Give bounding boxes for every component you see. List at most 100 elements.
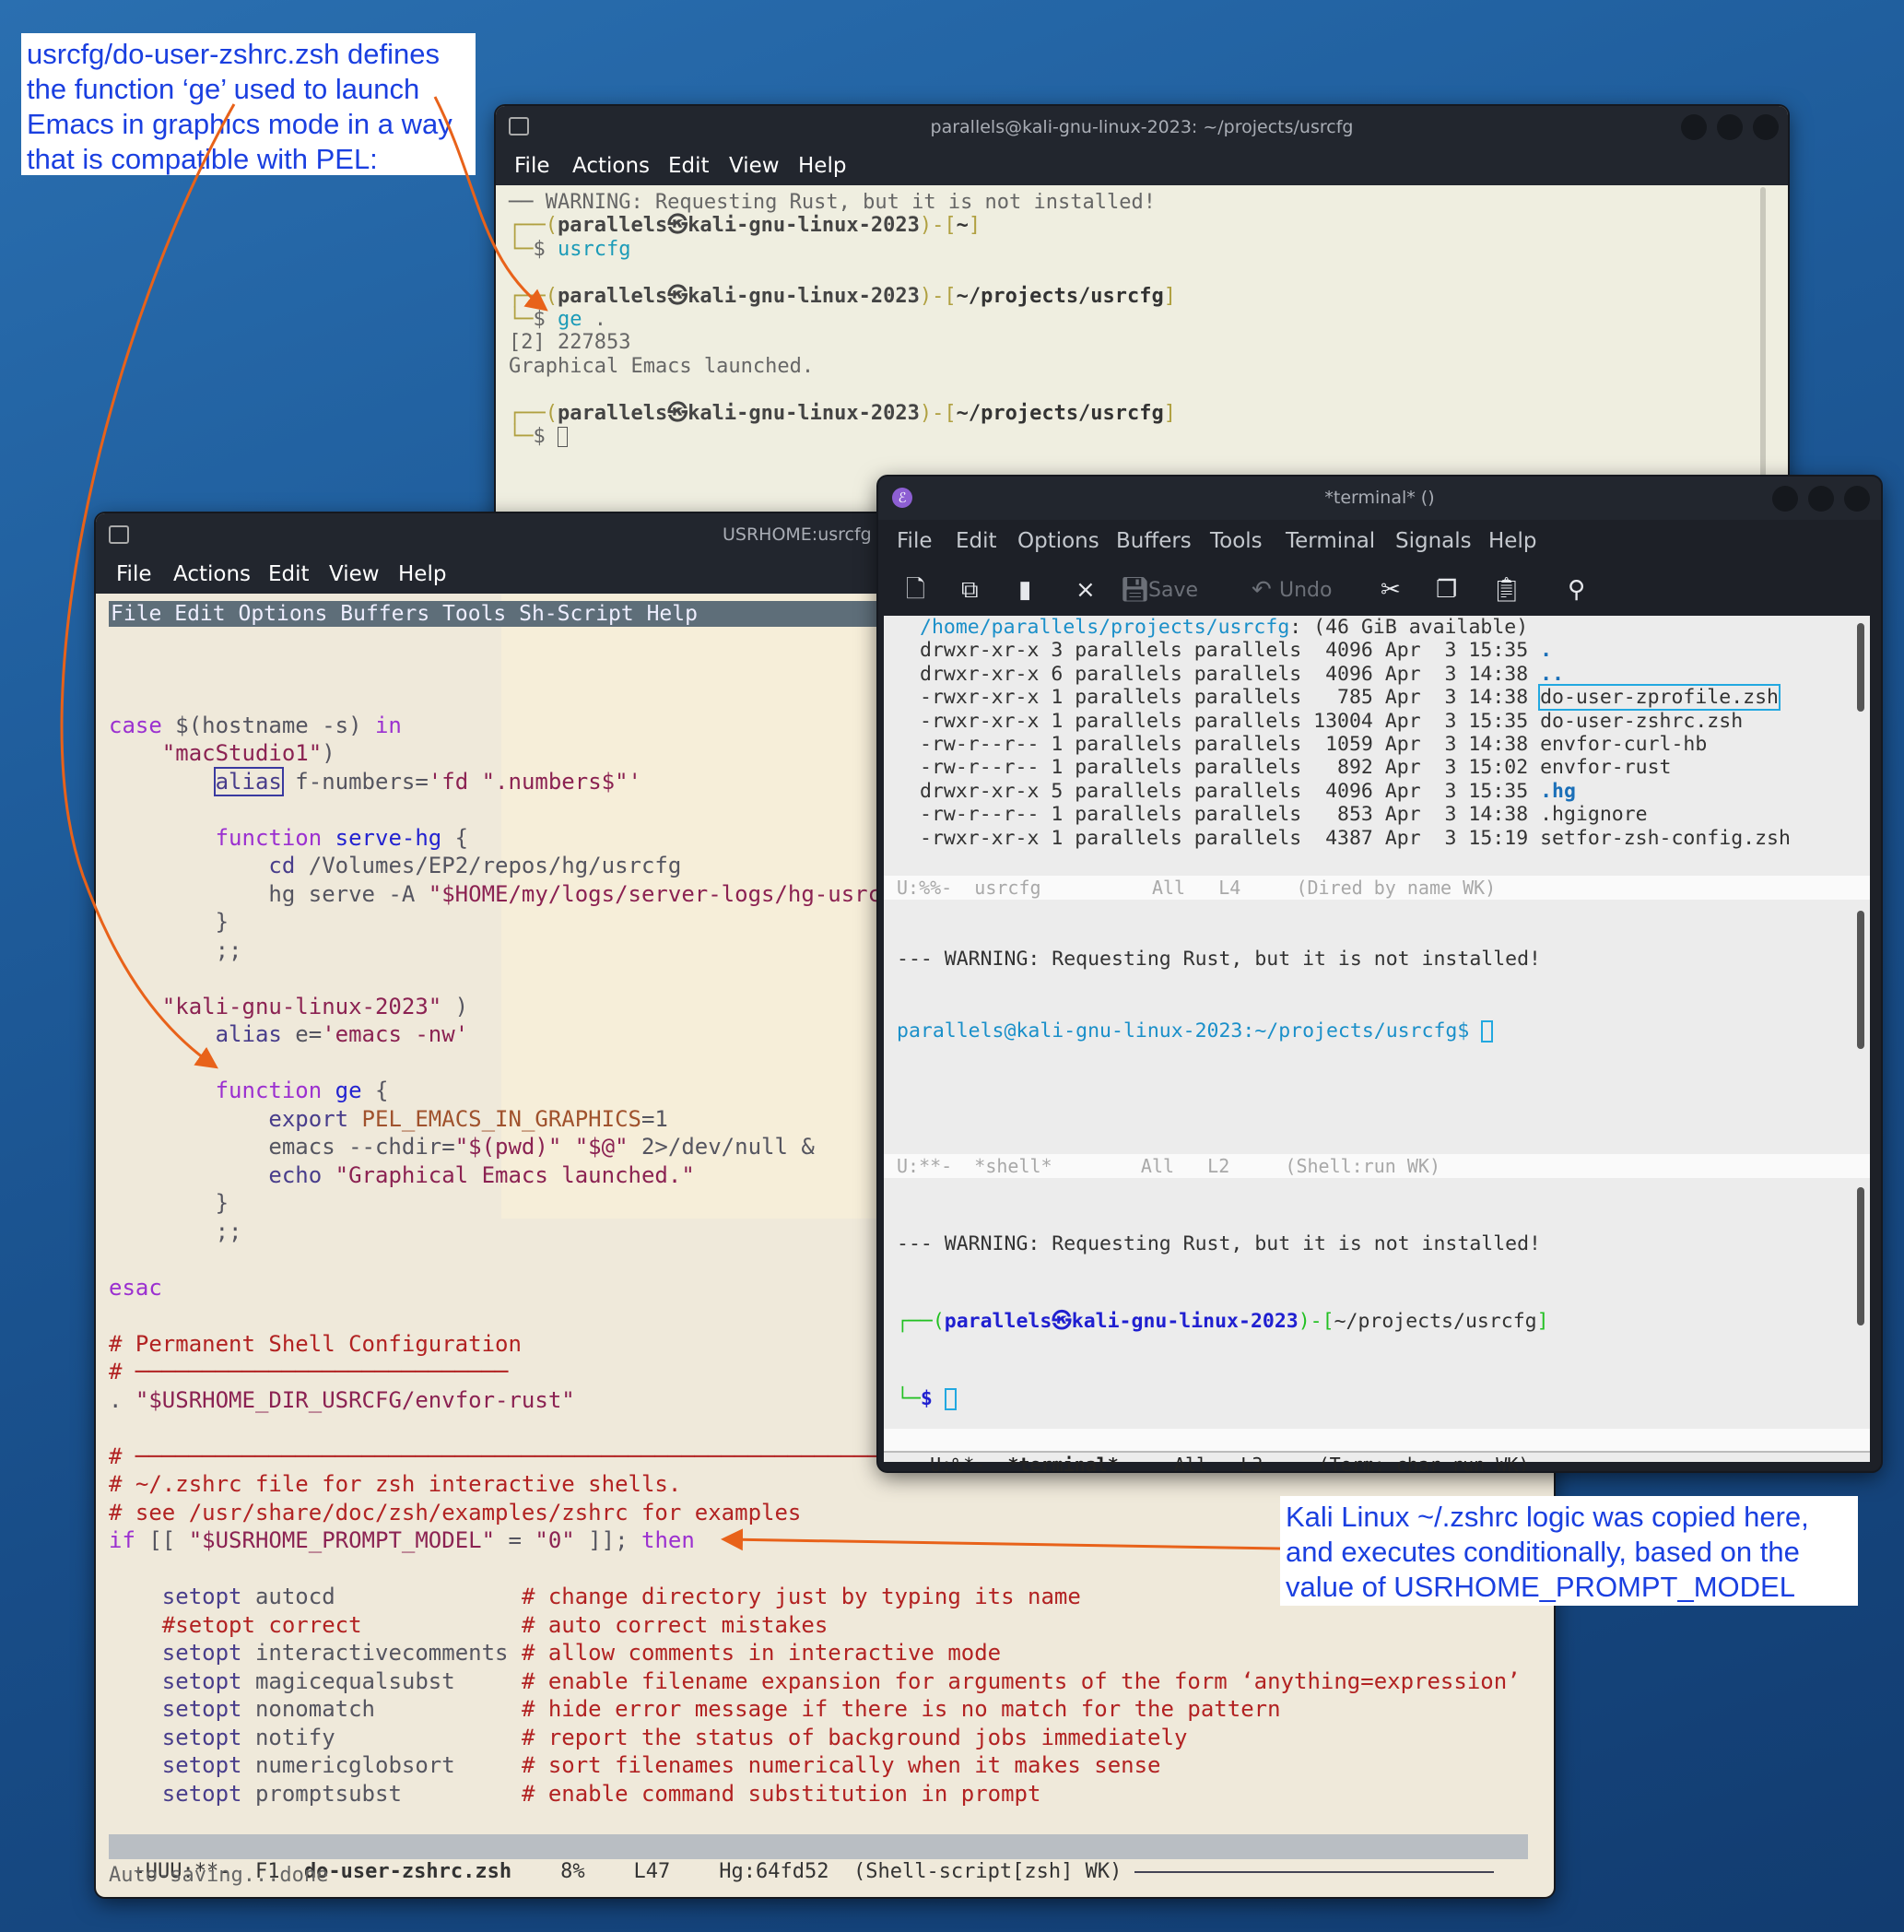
- open-directory-icon[interactable]: ▮: [1018, 578, 1031, 602]
- file-name[interactable]: do-user-zprofile.zsh: [1538, 684, 1781, 712]
- token-kw: in: [374, 712, 402, 738]
- code-line: setopt interactivecomments # allow comme…: [109, 1639, 1001, 1667]
- file-name[interactable]: envfor-curl-hb: [1540, 733, 1707, 756]
- token-gy: ── WARNING: Requesting Rust, but it is n…: [509, 191, 1156, 214]
- save-button-label[interactable]: Save: [1148, 579, 1198, 603]
- file-name[interactable]: ..: [1540, 663, 1564, 686]
- echo-area: Auto-saving...done: [109, 1864, 329, 1887]
- mode-line: -UUU:**- F1 do-user-zshrc.zsh 8% L47 Hg:…: [109, 1834, 1528, 1883]
- undo-button-label[interactable]: Undo: [1279, 579, 1332, 603]
- minimize-button[interactable]: [1772, 486, 1798, 512]
- maximize-button[interactable]: [1717, 114, 1743, 140]
- menu-item-edit[interactable]: Edit: [268, 562, 310, 586]
- title-bar[interactable]: parallels@kali-gnu-linux-2023: ~/project…: [496, 106, 1788, 148]
- token-tx: {: [361, 1078, 389, 1103]
- emacs-logo-icon: ℰ: [892, 488, 912, 508]
- cut-icon[interactable]: ✂: [1381, 578, 1401, 602]
- dired-entry[interactable]: -rw-r--r-- 1 parallels parallels 1059 Ap…: [920, 733, 1791, 756]
- shell-mode-line[interactable]: U:**- *shell* All L2 (Shell:run WK): [884, 1154, 1870, 1178]
- file-name[interactable]: .hgignore: [1540, 803, 1648, 826]
- terminal-output[interactable]: ── WARNING: Requesting Rust, but it is n…: [509, 191, 1771, 523]
- menu-item-help[interactable]: Help: [398, 562, 446, 586]
- token-tx: =: [495, 1527, 535, 1553]
- terminal-line: ── WARNING: Requesting Rust, but it is n…: [509, 191, 1156, 214]
- annotation-top-left: usrcfg/do-user-zshrc.zsh defines the func…: [21, 33, 476, 175]
- terminal-line: ┌──(parallels㉿kali-gnu-linux-2023)-[~/pr…: [509, 402, 1176, 425]
- dired-entry[interactable]: -rwxr-xr-x 1 parallels parallels 4387 Ap…: [920, 827, 1791, 850]
- dired-mode-line[interactable]: U:%%- usrcfg All L4 (Dired by name WK): [884, 876, 1870, 900]
- token-tx: f-numbers=: [281, 768, 429, 795]
- annotation-line: Kali Linux ~/.zshrc logic was copied her…: [1286, 1501, 1809, 1533]
- file-name[interactable]: .: [1540, 639, 1552, 662]
- file-name[interactable]: setfor-zsh-config.zsh: [1540, 827, 1791, 850]
- title-bar[interactable]: ℰ *terminal* (): [878, 477, 1881, 520]
- token-bi: setopt: [161, 1724, 242, 1750]
- code-line: # Permanent Shell Configuration: [109, 1330, 522, 1359]
- close-buffer-icon[interactable]: ×: [1075, 578, 1096, 602]
- token-tx: [109, 769, 216, 795]
- scrollbar[interactable]: [1760, 187, 1766, 519]
- dired-header-path: /home/parallels/projects/usrcfg: [920, 616, 1290, 639]
- new-file-icon[interactable]: 🗋: [906, 578, 925, 602]
- menu-item-file[interactable]: File: [514, 154, 550, 178]
- menu-item-edit[interactable]: Edit: [956, 529, 997, 553]
- close-button[interactable]: [1844, 486, 1870, 512]
- dired-entry[interactable]: -rwxr-xr-x 1 parallels parallels 13004 A…: [920, 710, 1791, 733]
- token-kw: function: [215, 824, 323, 851]
- maximize-button[interactable]: [1808, 486, 1834, 512]
- menu-item-help[interactable]: Help: [798, 154, 846, 178]
- file-name[interactable]: envfor-rust: [1540, 756, 1671, 779]
- file-name[interactable]: do-user-zshrc.zsh: [1540, 710, 1743, 733]
- token-bi: setopt: [161, 1696, 242, 1722]
- scrollbar[interactable]: [1857, 911, 1864, 1049]
- scrollbar[interactable]: [1857, 623, 1864, 712]
- dired-entry[interactable]: -rw-r--r-- 1 parallels parallels 853 Apr…: [920, 803, 1791, 826]
- cursor: [1481, 1020, 1494, 1043]
- dired-entry[interactable]: -rwxr-xr-x 1 parallels parallels 785 Apr…: [920, 684, 1791, 712]
- menu-item-actions[interactable]: Actions: [173, 562, 251, 586]
- dired-entry[interactable]: drwxr-xr-x 5 parallels parallels 4096 Ap…: [920, 780, 1791, 803]
- shell-buffer[interactable]: --- WARNING: Requesting Rust, but it is …: [897, 900, 1541, 1091]
- dired-entry[interactable]: drwxr-xr-x 3 parallels parallels 4096 Ap…: [920, 639, 1791, 662]
- paste-icon[interactable]: 📋︎: [1491, 578, 1522, 602]
- save-icon[interactable]: 💾︎: [1120, 578, 1150, 602]
- menu-item-view[interactable]: View: [729, 154, 780, 178]
- menu-item-buffers[interactable]: Buffers: [1116, 529, 1192, 553]
- dired-entry[interactable]: drwxr-xr-x 6 parallels parallels 4096 Ap…: [920, 663, 1791, 686]
- file-info: -rw-r--r-- 1 parallels parallels 853 Apr…: [920, 803, 1541, 827]
- menu-item-help[interactable]: Help: [1488, 529, 1536, 553]
- menu-item-file[interactable]: File: [897, 529, 933, 553]
- scrollbar[interactable]: [1857, 1187, 1864, 1325]
- menu-item-tools[interactable]: Tools: [1210, 529, 1263, 553]
- undo-icon[interactable]: ↶: [1252, 578, 1272, 602]
- term-buffer[interactable]: --- WARNING: Requesting Rust, but it is …: [897, 1180, 1549, 1464]
- token-fn: ge: [335, 1078, 362, 1103]
- menu-item-terminal[interactable]: Terminal: [1286, 529, 1375, 553]
- menu-item-options[interactable]: Options: [1017, 529, 1099, 553]
- menu-item-file[interactable]: File: [116, 562, 152, 586]
- token-tx: [109, 1078, 216, 1103]
- token-tx: interactivecomments: [241, 1640, 522, 1666]
- dired-entry[interactable]: -rw-r--r-- 1 parallels parallels 892 Apr…: [920, 756, 1791, 779]
- copy-icon[interactable]: ❐: [1436, 578, 1457, 602]
- menu-item-signals[interactable]: Signals: [1395, 529, 1472, 553]
- token-tx: .: [109, 1386, 135, 1413]
- close-button[interactable]: [1753, 114, 1779, 140]
- menu-item-edit[interactable]: Edit: [668, 154, 710, 178]
- token-tx: [109, 1696, 162, 1722]
- token-tx: [109, 740, 162, 766]
- mode-line-rule: [1134, 1871, 1494, 1873]
- token-ol: ]: [1163, 284, 1177, 308]
- terminal-mode-line[interactable]: U:%*- *terminal* All L3 (Term: char run …: [884, 1429, 1870, 1471]
- menu-item-view[interactable]: View: [329, 562, 380, 586]
- file-name[interactable]: .hg: [1540, 780, 1576, 803]
- minimize-button[interactable]: [1681, 114, 1707, 140]
- code-line: "kali-gnu-linux-2023" ): [109, 993, 468, 1021]
- code-line: #setopt correct # auto correct mistakes: [109, 1611, 828, 1640]
- code-line: echo "Graphical Emacs launched.": [109, 1161, 694, 1190]
- search-icon[interactable]: ⚲: [1568, 578, 1585, 602]
- dired-buffer[interactable]: /home/parallels/projects/usrcfg: (46 GiB…: [920, 616, 1791, 850]
- open-file-icon[interactable]: ⧉: [961, 578, 979, 602]
- menu-item-actions[interactable]: Actions: [572, 154, 650, 178]
- annotation-line: that is compatible with PEL:: [27, 143, 378, 175]
